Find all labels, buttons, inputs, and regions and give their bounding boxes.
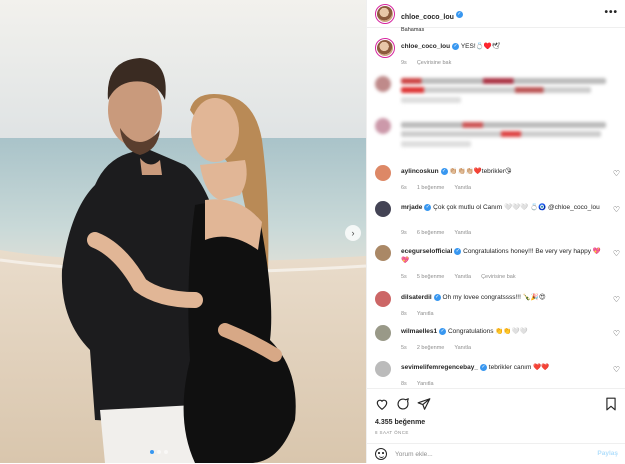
comment-likes[interactable]: 5 beğenme	[417, 274, 445, 280]
post-photo[interactable]: ›	[0, 0, 366, 463]
avatar[interactable]	[375, 325, 391, 341]
comment-time[interactable]: 5s	[401, 274, 407, 280]
avatar[interactable]	[375, 291, 391, 307]
blurred-text	[401, 122, 606, 128]
comment-username[interactable]: aylincoskun	[401, 168, 439, 175]
blurred-text	[401, 141, 471, 147]
blurred-text	[401, 87, 591, 93]
caption-username[interactable]: chloe_coco_lou	[401, 43, 450, 50]
avatar[interactable]	[375, 4, 395, 24]
caption-time[interactable]: 9s	[401, 60, 407, 66]
verified-badge-icon: ✓	[452, 42, 460, 50]
reply-button[interactable]: Yanıtla	[454, 274, 471, 280]
post-side-panel: chloe_coco_lou ✓ Bahamas ••• chloe_coco_l…	[366, 0, 625, 463]
verified-badge-icon: ✓	[454, 247, 462, 255]
comment-text: 👏🏼👏🏼👏🏼❤️tebrikler😘	[449, 168, 512, 175]
heart-icon[interactable]	[375, 397, 389, 411]
avatar[interactable]	[375, 165, 391, 181]
like-comment-heart-icon[interactable]: ♡	[613, 205, 620, 214]
verified-badge-icon: ✓	[433, 293, 441, 301]
chevron-right-icon: ›	[351, 228, 355, 238]
reply-button[interactable]: Yanıtla	[454, 185, 471, 191]
post-date[interactable]: 8 SAAT ÖNCE	[375, 430, 409, 435]
avatar[interactable]	[375, 245, 391, 261]
reply-button[interactable]: Yanıtla	[417, 381, 434, 387]
avatar	[375, 118, 391, 134]
comment-icon[interactable]	[396, 397, 410, 411]
carousel-dot	[157, 450, 161, 454]
carousel-dot	[164, 450, 168, 454]
comment-time[interactable]: 8s	[401, 311, 407, 317]
comment-username[interactable]: sevimelifemregencebay_	[401, 364, 478, 371]
verified-badge-icon: ✓	[424, 203, 432, 211]
caption-text: YES!💍♥️🕊	[460, 43, 501, 50]
post-actions: 4.355 beğenme 8 SAAT ÖNCE Paylaş	[367, 388, 625, 463]
like-comment-heart-icon[interactable]: ♡	[613, 329, 620, 338]
caption-translate[interactable]: Çevirisine bak	[417, 60, 452, 66]
avatar	[375, 76, 391, 92]
verified-badge-icon: ✓	[439, 327, 447, 335]
beach-couple-photo	[0, 0, 366, 463]
likes-count[interactable]: 4.355 beğenme	[375, 419, 425, 426]
comment-username[interactable]: dilsaterdil	[401, 294, 432, 301]
carousel-dot	[150, 450, 154, 454]
comment-box: Paylaş	[367, 443, 625, 464]
reply-button[interactable]: Yanıtla	[454, 345, 471, 351]
comment-time[interactable]: 5s	[401, 345, 407, 351]
like-comment-heart-icon[interactable]: ♡	[613, 365, 620, 374]
comment-time[interactable]: 9s	[401, 230, 407, 236]
comment-likes[interactable]: 6 beğenme	[417, 230, 445, 236]
like-comment-heart-icon[interactable]: ♡	[613, 249, 620, 258]
comment-text: Oh my lovee congratssss!!! 🍾🎉😍	[442, 294, 546, 301]
blurred-comment	[375, 118, 620, 148]
like-comment-heart-icon[interactable]: ♡	[613, 169, 620, 178]
comment-text: Congratulations 👏👏🤍🤍	[447, 328, 528, 335]
comment-time[interactable]: 8s	[401, 381, 407, 387]
caption-avatar[interactable]	[375, 38, 395, 58]
comment-text: tebrikler canım ❤️❤️	[488, 364, 550, 371]
emoji-icon[interactable]	[375, 448, 387, 460]
comment-translate[interactable]: Çevirisine bak	[481, 274, 516, 280]
comment-username[interactable]: wilmaelles1	[401, 328, 437, 335]
comment-time[interactable]: 6s	[401, 185, 407, 191]
verified-badge-icon: ✓	[440, 167, 448, 175]
reply-button[interactable]: Yanıtla	[454, 230, 471, 236]
blurred-text	[401, 78, 606, 84]
bookmark-icon[interactable]	[604, 397, 618, 411]
comment-username[interactable]: ecegurselofficial	[401, 248, 452, 255]
comment-likes[interactable]: 2 beğenme	[417, 345, 445, 351]
blurred-comment	[375, 76, 620, 106]
header-username[interactable]: chloe_coco_lou	[401, 14, 454, 21]
blurred-text	[401, 97, 461, 103]
comment-input[interactable]	[395, 447, 575, 461]
like-comment-heart-icon[interactable]: ♡	[613, 295, 620, 304]
avatar[interactable]	[375, 201, 391, 217]
carousel-next-button[interactable]: ›	[345, 225, 361, 241]
blurred-text	[401, 131, 601, 137]
post-header: chloe_coco_lou ✓ Bahamas •••	[367, 0, 625, 33]
avatar[interactable]	[375, 361, 391, 377]
carousel-dots	[150, 450, 168, 454]
comment-username[interactable]: mrjade	[401, 204, 422, 211]
header-text: chloe_coco_lou ✓ Bahamas	[401, 6, 463, 33]
verified-badge-icon: ✓	[479, 363, 487, 371]
comment-text: Çok çok mutlu ol Canım 🤍🤍🤍 💍🧿 @chloe_coc…	[433, 204, 600, 211]
more-options-button[interactable]: •••	[604, 7, 618, 18]
post-comment-button[interactable]: Paylaş	[597, 450, 618, 457]
comment-likes[interactable]: 1 beğenme	[417, 185, 445, 191]
share-icon[interactable]	[417, 397, 431, 411]
header-location[interactable]: Bahamas	[401, 27, 463, 33]
verified-badge-icon: ✓	[455, 11, 463, 19]
reply-button[interactable]: Yanıtla	[417, 311, 434, 317]
